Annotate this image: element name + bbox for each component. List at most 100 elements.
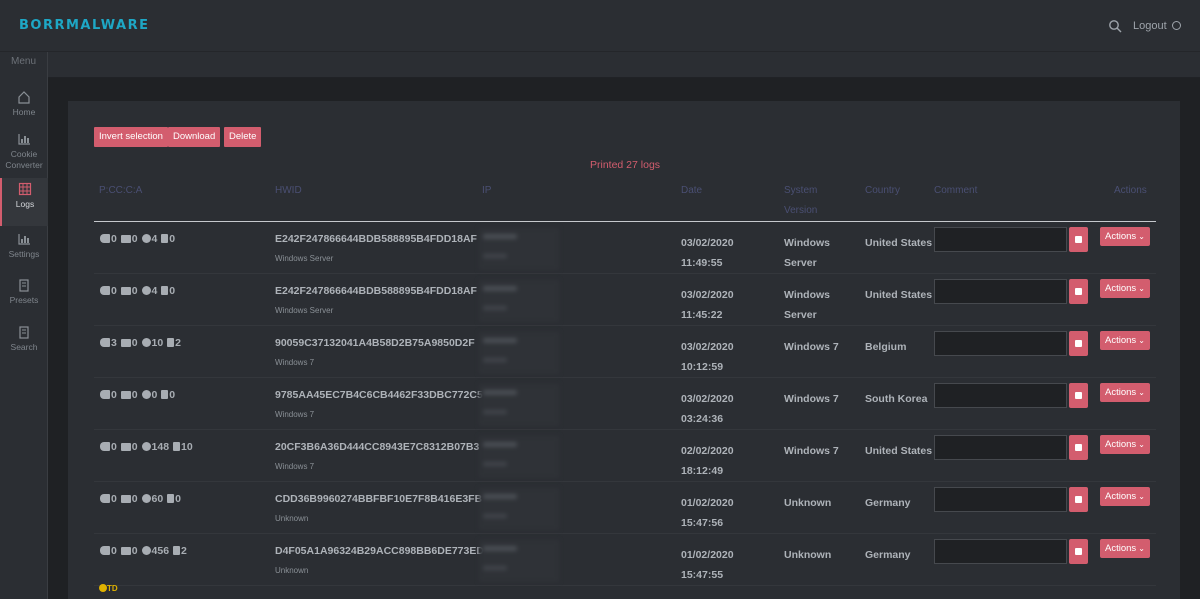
credit-cards-count: 0 (131, 285, 138, 297)
date-cell: 03/02/2020 11:49:55 (681, 233, 734, 273)
os-label: Windows 7 (275, 358, 315, 367)
clipboard-icon (172, 442, 180, 451)
status-dot-icon (99, 584, 107, 592)
table-row[interactable]: 0 0 4 0 E242F247866644BDB588895B4FDD18AF W… (94, 222, 1156, 274)
actions-label: Actions (1105, 439, 1137, 450)
credit-cards-count: 0 (131, 441, 138, 453)
table-row[interactable]: 0 0 4 0 E242F247866644BDB588895B4FDD18AF W… (94, 274, 1156, 326)
card-icon (120, 495, 131, 503)
comment-input[interactable] (934, 435, 1067, 460)
table-row[interactable]: 3 0 10 2 90059C37132041A4B58D2B75A9850D2F… (94, 326, 1156, 378)
autofill-count: 2 (175, 337, 181, 349)
chevron-down-icon: ⌄ (1138, 284, 1145, 293)
sidebar: Menu Home Cookie Converter Logs Settings… (0, 52, 48, 599)
save-comment-button[interactable] (1069, 487, 1088, 512)
clipboard-icon (19, 279, 29, 292)
column-header-country[interactable]: Country (865, 181, 900, 201)
save-comment-button[interactable] (1069, 331, 1088, 356)
country-cell: United States (865, 237, 933, 249)
key-icon (100, 286, 110, 295)
hwid-cell: 20CF3B6A36D444CC8943E7C8312B07B3 (275, 441, 480, 453)
save-comment-button[interactable] (1069, 435, 1088, 460)
table-row[interactable]: 0 0 456 2 D4F05A1A96324B29ACC898BB6DE773E… (94, 534, 1156, 586)
country-cell: Germany (865, 549, 911, 561)
actions-dropdown-button[interactable]: Actions ⌄ (1100, 435, 1150, 454)
sidebar-item-search[interactable]: Search (0, 321, 48, 369)
counts-cell: 0 0 0 0 (99, 389, 175, 401)
actions-dropdown-button[interactable]: Actions ⌄ (1100, 331, 1150, 350)
sidebar-item-label: Search (10, 342, 38, 352)
autofill-count: 2 (180, 545, 187, 557)
ip-cell-blurred (479, 384, 559, 426)
table-row[interactable]: 0 0 148 10 20CF3B6A36D444CC8943E7C8312B07… (94, 430, 1156, 482)
delete-button[interactable]: Delete (224, 127, 262, 147)
sidebar-item-cookie-converter[interactable]: Cookie Converter (0, 128, 48, 176)
credit-cards-count: 0 (131, 493, 138, 505)
os-label: Windows Server (275, 306, 334, 315)
comment-input[interactable] (934, 279, 1067, 304)
sidebar-item-settings[interactable]: Settings (0, 228, 48, 276)
comment-input[interactable] (934, 227, 1067, 252)
sidebar-item-presets[interactable]: Presets (0, 274, 48, 322)
credit-cards-count: 0 (131, 337, 138, 349)
system-version-cell: Windows Server (784, 289, 830, 321)
sidebar-item-logs[interactable]: Logs (0, 178, 48, 226)
card-icon (120, 547, 131, 555)
table-row[interactable]: 0 0 60 0 CDD36B9960274BBFBF10E7F8B416E3FB… (94, 482, 1156, 534)
home-icon (18, 91, 30, 104)
column-header-system-version[interactable]: System Version (784, 181, 834, 221)
actions-label: Actions (1105, 491, 1137, 502)
passwords-count: 3 (111, 337, 117, 349)
passwords-count: 0 (111, 493, 117, 505)
chart-icon (18, 234, 30, 245)
search-icon[interactable] (1108, 19, 1122, 33)
system-version-cell: Unknown (784, 549, 832, 561)
os-label: Windows 7 (275, 462, 315, 471)
logout-button[interactable]: Logout (1133, 20, 1181, 32)
country-cell: United States (865, 289, 933, 301)
chevron-down-icon: ⌄ (1138, 544, 1145, 553)
actions-dropdown-button[interactable]: Actions ⌄ (1100, 279, 1150, 298)
os-label: Windows 7 (275, 410, 315, 419)
app-brand[interactable]: BORRMALWARE (19, 18, 149, 33)
save-comment-button[interactable] (1069, 383, 1088, 408)
comment-input[interactable] (934, 539, 1067, 564)
column-header-ip[interactable]: IP (482, 181, 491, 201)
table-row[interactable]: 0 0 0 0 9785AA45EC7B4C6CB4462F33DBC772C5 W… (94, 378, 1156, 430)
ip-cell-blurred (479, 436, 559, 478)
credit-cards-count: 0 (131, 389, 138, 401)
column-header-pccca[interactable]: P:CC:C:A (99, 181, 142, 201)
save-comment-button[interactable] (1069, 227, 1088, 252)
system-version-cell: Windows 7 (784, 445, 839, 457)
comment-input[interactable] (934, 331, 1067, 356)
comment-input[interactable] (934, 383, 1067, 408)
card-icon (120, 391, 131, 399)
sidebar-item-label: Home (12, 107, 36, 117)
date-value: 01/02/2020 (681, 549, 734, 561)
key-icon (100, 234, 110, 243)
sidebar-item-home[interactable]: Home (0, 86, 48, 134)
actions-dropdown-button[interactable]: Actions ⌄ (1100, 487, 1150, 506)
key-icon (100, 442, 110, 451)
column-header-actions[interactable]: Actions (1114, 181, 1147, 201)
comment-input[interactable] (934, 487, 1067, 512)
passwords-count: 0 (111, 233, 117, 245)
system-version-cell: Unknown (784, 497, 832, 509)
invert-selection-button[interactable]: Invert selection (94, 127, 168, 147)
actions-dropdown-button[interactable]: Actions ⌄ (1100, 539, 1150, 558)
save-comment-button[interactable] (1069, 539, 1088, 564)
hwid-cell: D4F05A1A96324B29ACC898BB6DE773ED (275, 545, 484, 557)
counts-cell: 0 0 456 2 (99, 545, 187, 557)
column-header-hwid[interactable]: HWID (275, 181, 302, 201)
os-label: Unknown (275, 566, 309, 575)
actions-dropdown-button[interactable]: Actions ⌄ (1100, 227, 1150, 246)
column-header-comment[interactable]: Comment (934, 181, 977, 201)
actions-dropdown-button[interactable]: Actions ⌄ (1100, 383, 1150, 402)
actions-label: Actions (1105, 335, 1137, 346)
counts-cell: 0 0 60 0 (99, 493, 181, 505)
download-button[interactable]: Download (168, 127, 221, 147)
save-comment-button[interactable] (1069, 279, 1088, 304)
passwords-count: 0 (111, 441, 117, 453)
column-header-date[interactable]: Date (681, 181, 702, 201)
date-value: 03/02/2020 (681, 237, 734, 249)
